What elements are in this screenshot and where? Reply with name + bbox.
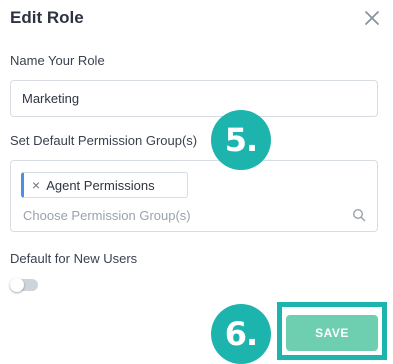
search-icon: [352, 208, 366, 222]
tag-remove-button[interactable]: ×: [32, 178, 40, 192]
step-6-badge: 6.: [211, 304, 271, 364]
save-button[interactable]: SAVE: [286, 315, 378, 351]
dialog-title: Edit Role: [10, 8, 84, 27]
permission-tag: × Agent Permissions: [21, 172, 188, 198]
permission-tag-label: Agent Permissions: [46, 177, 155, 193]
edit-role-dialog: Edit Role Name Your Role Set Default Per…: [0, 0, 393, 364]
toggle-knob: [10, 278, 24, 292]
permission-group-select[interactable]: × Agent Permissions: [10, 160, 378, 232]
permission-group-label: Set Default Permission Group(s): [10, 133, 198, 148]
step-5-badge: 5.: [211, 110, 271, 170]
permission-search-input[interactable]: [23, 205, 333, 225]
role-name-input[interactable]: [10, 80, 378, 117]
close-icon: [365, 11, 379, 25]
default-new-users-label: Default for New Users: [10, 251, 138, 266]
role-name-label: Name Your Role: [10, 53, 105, 68]
close-button[interactable]: [362, 8, 382, 28]
default-new-users-toggle[interactable]: [10, 278, 38, 292]
